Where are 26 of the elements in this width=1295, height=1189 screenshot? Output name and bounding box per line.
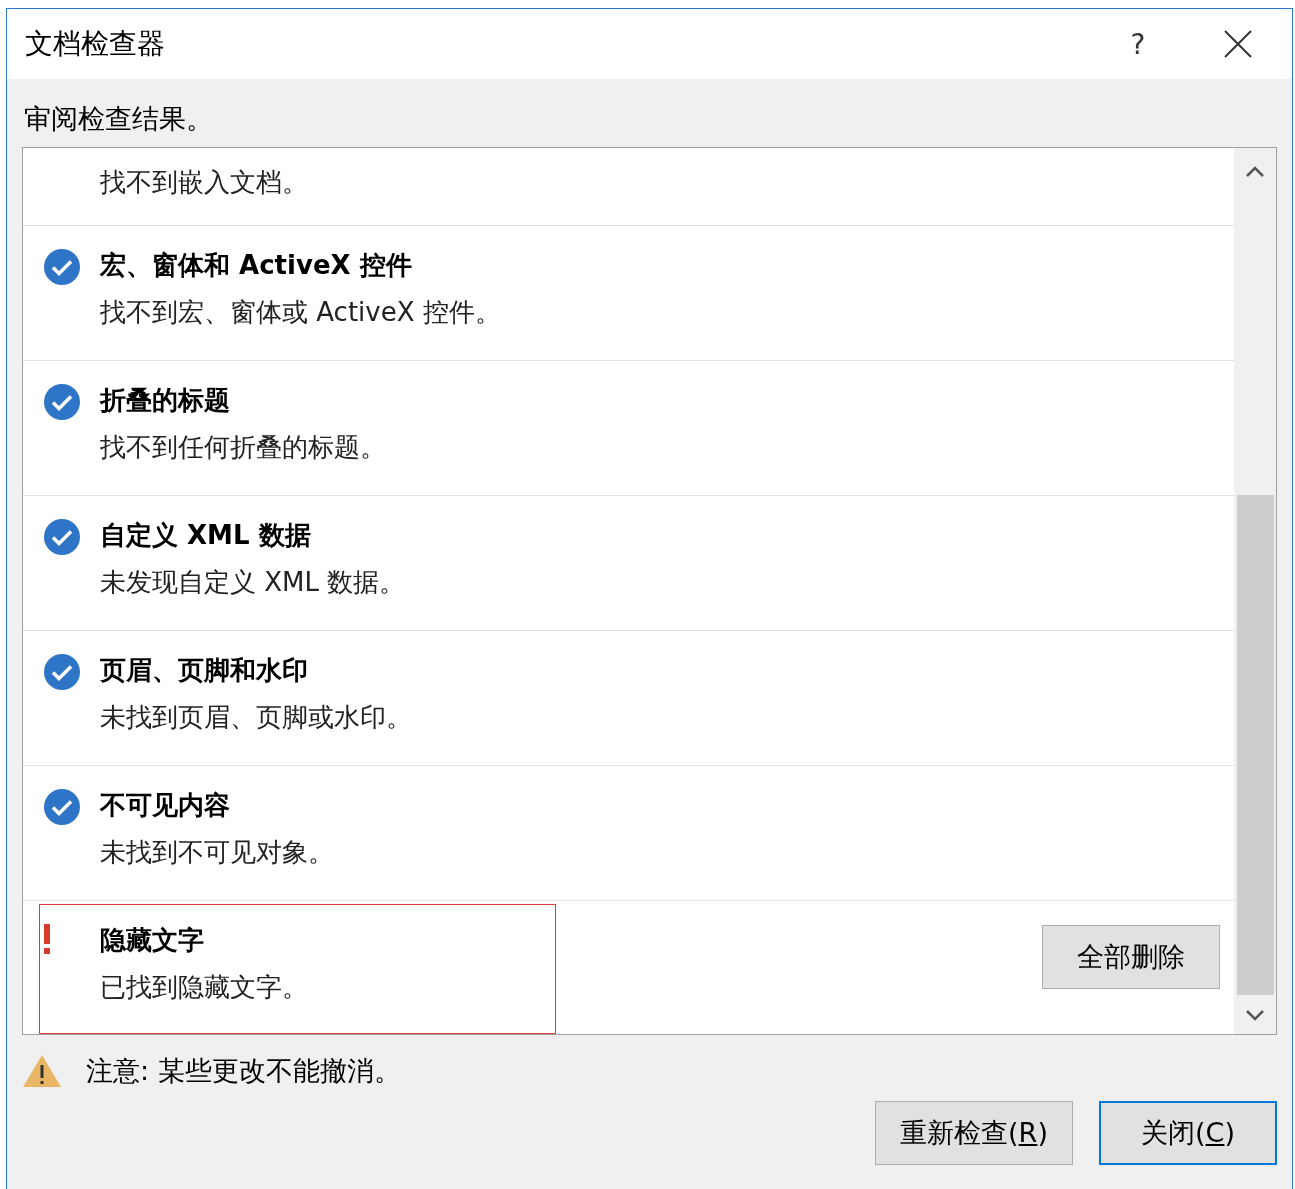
result-description: 已找到隐藏文字。	[100, 971, 308, 1004]
scrollbar[interactable]	[1234, 148, 1276, 1034]
close-dialog-button[interactable]: 关闭(C)	[1099, 1101, 1277, 1165]
remove-all-button[interactable]: 全部删除	[1042, 925, 1220, 989]
result-description: 找不到嵌入文档。	[100, 166, 308, 199]
result-description: 找不到任何折叠的标题。	[100, 431, 386, 464]
result-title: 宏、窗体和 ActiveX 控件	[100, 249, 412, 282]
result-title: 不可见内容	[100, 789, 230, 822]
result-title: 隐藏文字	[100, 924, 204, 957]
help-button[interactable]: ?	[1098, 14, 1178, 74]
result-title: 自定义 XML 数据	[100, 519, 311, 552]
scroll-down-icon[interactable]	[1245, 1009, 1265, 1021]
result-description: 找不到宏、窗体或 ActiveX 控件。	[100, 296, 501, 329]
scroll-up-icon[interactable]	[1245, 166, 1265, 178]
result-title: 折叠的标题	[100, 384, 230, 417]
result-description: 未找到页眉、页脚或水印。	[100, 701, 412, 734]
warning-icon	[22, 1054, 62, 1088]
instruction-text: 审阅检查结果。	[24, 102, 214, 136]
close-icon	[1224, 30, 1252, 58]
reinspect-button[interactable]: 重新检查(R)	[875, 1101, 1073, 1165]
result-description: 未发现自定义 XML 数据。	[100, 566, 406, 599]
result-description: 未找到不可见对象。	[100, 836, 334, 869]
result-title: 页眉、页脚和水印	[100, 654, 308, 687]
window-title: 文档检查器	[25, 26, 166, 62]
scroll-thumb[interactable]	[1236, 495, 1274, 995]
warning-text: 注意: 某些更改不能撤消。	[86, 1054, 401, 1088]
